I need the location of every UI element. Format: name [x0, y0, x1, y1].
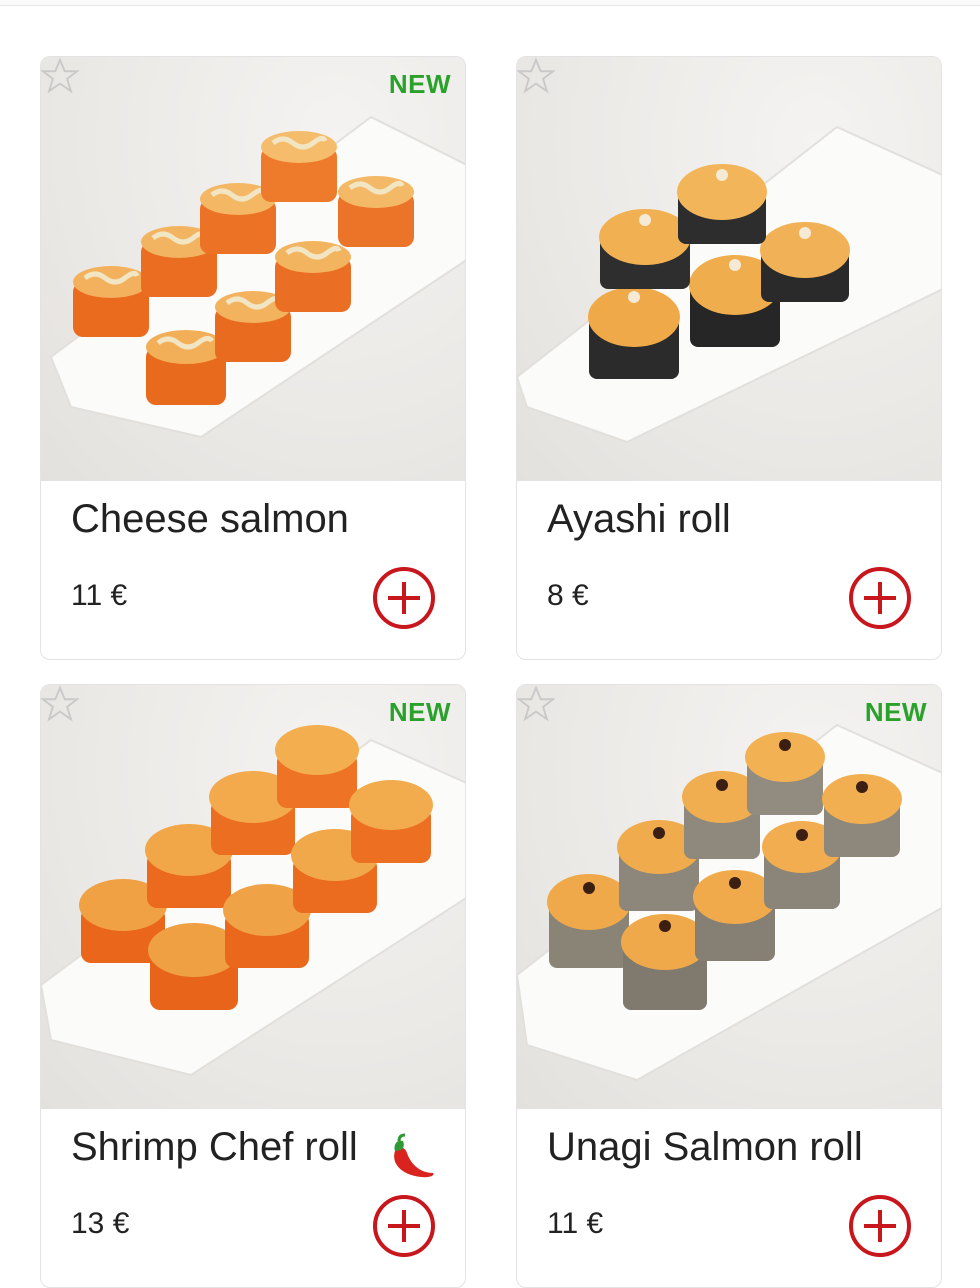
product-info: Cheese salmon 11 €: [41, 481, 465, 659]
plus-circle-icon[interactable]: [849, 1195, 911, 1257]
product-name: Shrimp Chef roll: [71, 1125, 358, 1169]
product-card-unagi-salmon-roll[interactable]: NEW Unagi Salmon roll 11 €: [516, 684, 942, 1288]
product-info: Ayashi roll 8 €: [517, 481, 941, 659]
product-grid: NEW Cheese salmon 11 € Ayashi roll 8 € N…: [0, 0, 980, 1288]
product-name: Unagi Salmon roll: [547, 1125, 863, 1169]
product-photo: NEW: [41, 57, 465, 481]
star-outline-icon[interactable]: [41, 685, 79, 723]
product-price: 11 €: [547, 1207, 604, 1240]
product-photo: NEW: [517, 685, 941, 1109]
star-outline-icon[interactable]: [41, 57, 79, 95]
new-badge: NEW: [864, 697, 927, 727]
new-badge: NEW: [388, 697, 451, 727]
plus-circle-icon[interactable]: [373, 1195, 435, 1257]
new-badge: NEW: [388, 69, 451, 99]
product-price: 8 €: [547, 579, 589, 612]
product-name: Ayashi roll: [547, 497, 731, 541]
star-outline-icon[interactable]: [517, 57, 555, 95]
product-price: 13 €: [71, 1207, 130, 1240]
chili-pepper-icon: [394, 1133, 434, 1178]
product-photo: [517, 57, 941, 481]
product-price: 11 €: [71, 579, 128, 612]
sushi-plate-image: [517, 125, 941, 444]
sushi-plate-image: [517, 723, 941, 1082]
plus-circle-icon[interactable]: [849, 567, 911, 629]
product-name: Cheese salmon: [71, 497, 349, 541]
plus-circle-icon[interactable]: [373, 567, 435, 629]
product-card-cheese-salmon[interactable]: NEW Cheese salmon 11 €: [40, 56, 466, 660]
product-info: Shrimp Chef roll 13 €: [41, 1109, 465, 1287]
product-card-shrimp-chef-roll[interactable]: NEW Shrimp Chef roll 13 €: [40, 684, 466, 1288]
product-card-ayashi-roll[interactable]: Ayashi roll 8 €: [516, 56, 942, 660]
product-info: Unagi Salmon roll 11 €: [517, 1109, 941, 1287]
product-photo: NEW: [41, 685, 465, 1109]
sushi-plate-image: [41, 725, 465, 1077]
star-outline-icon[interactable]: [517, 685, 555, 723]
sushi-plate-image: [49, 115, 465, 439]
